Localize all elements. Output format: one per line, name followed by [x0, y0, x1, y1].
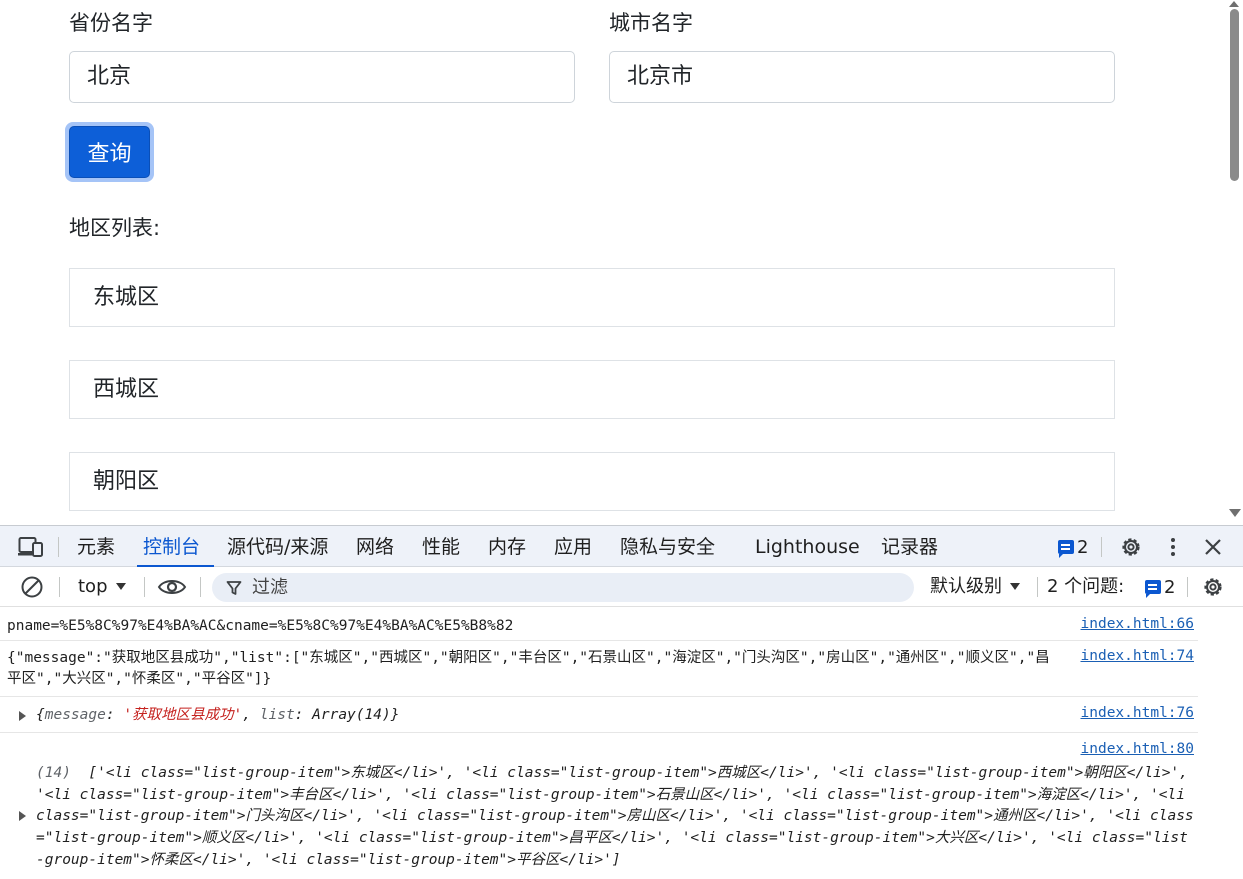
settings-gear-icon[interactable] — [1119, 535, 1143, 559]
issues-badge-count: 2 — [1077, 536, 1089, 558]
toolbar-separator — [200, 577, 201, 597]
tab-sources[interactable]: 源代码/来源 — [227, 526, 328, 567]
toolbar-separator — [59, 577, 60, 597]
tab-performance[interactable]: 性能 — [422, 526, 460, 567]
province-input[interactable]: 北京 — [69, 51, 575, 103]
district-list-heading: 地区列表: — [69, 216, 161, 240]
console-message: pname=%E5%8C%97%E4%BA%AC&cname=%E5%8C%97… — [0, 607, 1198, 641]
toolbar-separator — [1037, 577, 1038, 597]
toolbar-separator — [1187, 577, 1188, 597]
query-button-label: 查询 — [69, 126, 150, 178]
console-message-text: pname=%E5%8C%97%E4%BA%AC&cname=%E5%8C%97… — [7, 618, 514, 634]
scroll-up-arrow-icon[interactable] — [1229, 1, 1239, 7]
console-array-preview: (14) ['<li class="list-group-item">东城区</… — [36, 765, 1197, 868]
devtools-panel: 元素 控制台 源代码/来源 网络 性能 内存 应用 隐私与安全 Lighthou… — [0, 525, 1243, 878]
console-message-text: {"message":"获取地区县成功","list":["东城区","西城区"… — [7, 650, 1050, 687]
province-label: 省份名字 — [69, 11, 153, 35]
city-label: 城市名字 — [609, 11, 693, 35]
console-object-preview: {message: '获取地区县成功', list: Array(14)} — [36, 707, 400, 723]
tab-elements[interactable]: 元素 — [77, 526, 115, 567]
filter-input[interactable]: 过滤 — [212, 573, 914, 602]
source-link[interactable]: index.html:76 — [1081, 705, 1195, 721]
tab-recorder[interactable]: 记录器 — [881, 526, 938, 567]
expand-triangle-icon[interactable] — [19, 711, 26, 721]
list-item: 东城区 — [69, 268, 1115, 327]
issues-counter-value: 2 — [1164, 576, 1176, 598]
message-icon — [1058, 540, 1074, 558]
close-devtools-icon[interactable] — [1204, 538, 1222, 556]
filter-placeholder: 过滤 — [252, 577, 288, 598]
issues-counter-button[interactable]: 2 — [1145, 576, 1175, 598]
scrollbar-thumb[interactable] — [1230, 9, 1239, 181]
tab-privacy-security[interactable]: 隐私与安全 — [620, 526, 715, 567]
city-input[interactable]: 北京市 — [609, 51, 1115, 103]
console-output: pname=%E5%8C%97%E4%BA%AC&cname=%E5%8C%97… — [0, 607, 1243, 879]
more-options-icon[interactable] — [1166, 536, 1180, 558]
tab-separator — [58, 537, 59, 557]
source-link[interactable]: index.html:74 — [1081, 648, 1195, 664]
live-expression-eye-icon[interactable] — [157, 576, 187, 598]
log-level-selector[interactable]: 默认级别 — [930, 567, 1020, 607]
issues-badge[interactable]: 2 — [1058, 536, 1088, 558]
console-settings-gear-icon[interactable] — [1201, 575, 1225, 599]
page-viewport: 省份名字 北京 城市名字 北京市 查询 地区列表: 东城区 西城区 朝阳区 — [0, 0, 1243, 525]
issues-label: 2 个问题: — [1047, 576, 1125, 597]
device-toolbar-icon[interactable] — [18, 536, 44, 558]
tab-console[interactable]: 控制台 — [136, 526, 215, 568]
context-selector-value: top — [78, 576, 108, 597]
message-icon — [1145, 580, 1161, 598]
source-link[interactable]: index.html:80 — [1081, 741, 1195, 757]
tab-memory[interactable]: 内存 — [488, 526, 526, 567]
filter-icon — [226, 581, 242, 595]
devtools-tab-bar: 元素 控制台 源代码/来源 网络 性能 内存 应用 隐私与安全 Lighthou… — [0, 526, 1243, 568]
chevron-down-icon — [115, 583, 126, 590]
scroll-down-arrow-icon[interactable] — [1229, 509, 1241, 517]
tab-network[interactable]: 网络 — [356, 526, 394, 567]
query-button[interactable]: 查询 — [65, 122, 154, 182]
toolbar-separator — [144, 577, 145, 597]
list-item: 朝阳区 — [69, 452, 1115, 511]
expand-triangle-icon[interactable] — [19, 811, 26, 821]
log-level-value: 默认级别 — [930, 576, 1002, 597]
tab-lighthouse[interactable]: Lighthouse — [755, 526, 860, 567]
console-toolbar: top 过滤 默认级别 2 个问题: 2 — [0, 567, 1243, 607]
clear-console-icon[interactable] — [20, 575, 44, 599]
tab-application[interactable]: 应用 — [554, 526, 592, 567]
source-link[interactable]: index.html:66 — [1081, 616, 1195, 632]
console-message[interactable]: {message: '获取地区县成功', list: Array(14)} in… — [0, 697, 1198, 733]
tab-separator — [1101, 537, 1102, 557]
chevron-down-icon — [1010, 583, 1020, 590]
page-scrollbar[interactable] — [1226, 0, 1243, 525]
console-message[interactable]: index.html:80 (14) ['<li class="list-gro… — [0, 733, 1198, 879]
console-message: {"message":"获取地区县成功","list":["东城区","西城区"… — [0, 641, 1198, 697]
context-selector[interactable]: top — [78, 567, 126, 607]
list-item: 西城区 — [69, 360, 1115, 419]
